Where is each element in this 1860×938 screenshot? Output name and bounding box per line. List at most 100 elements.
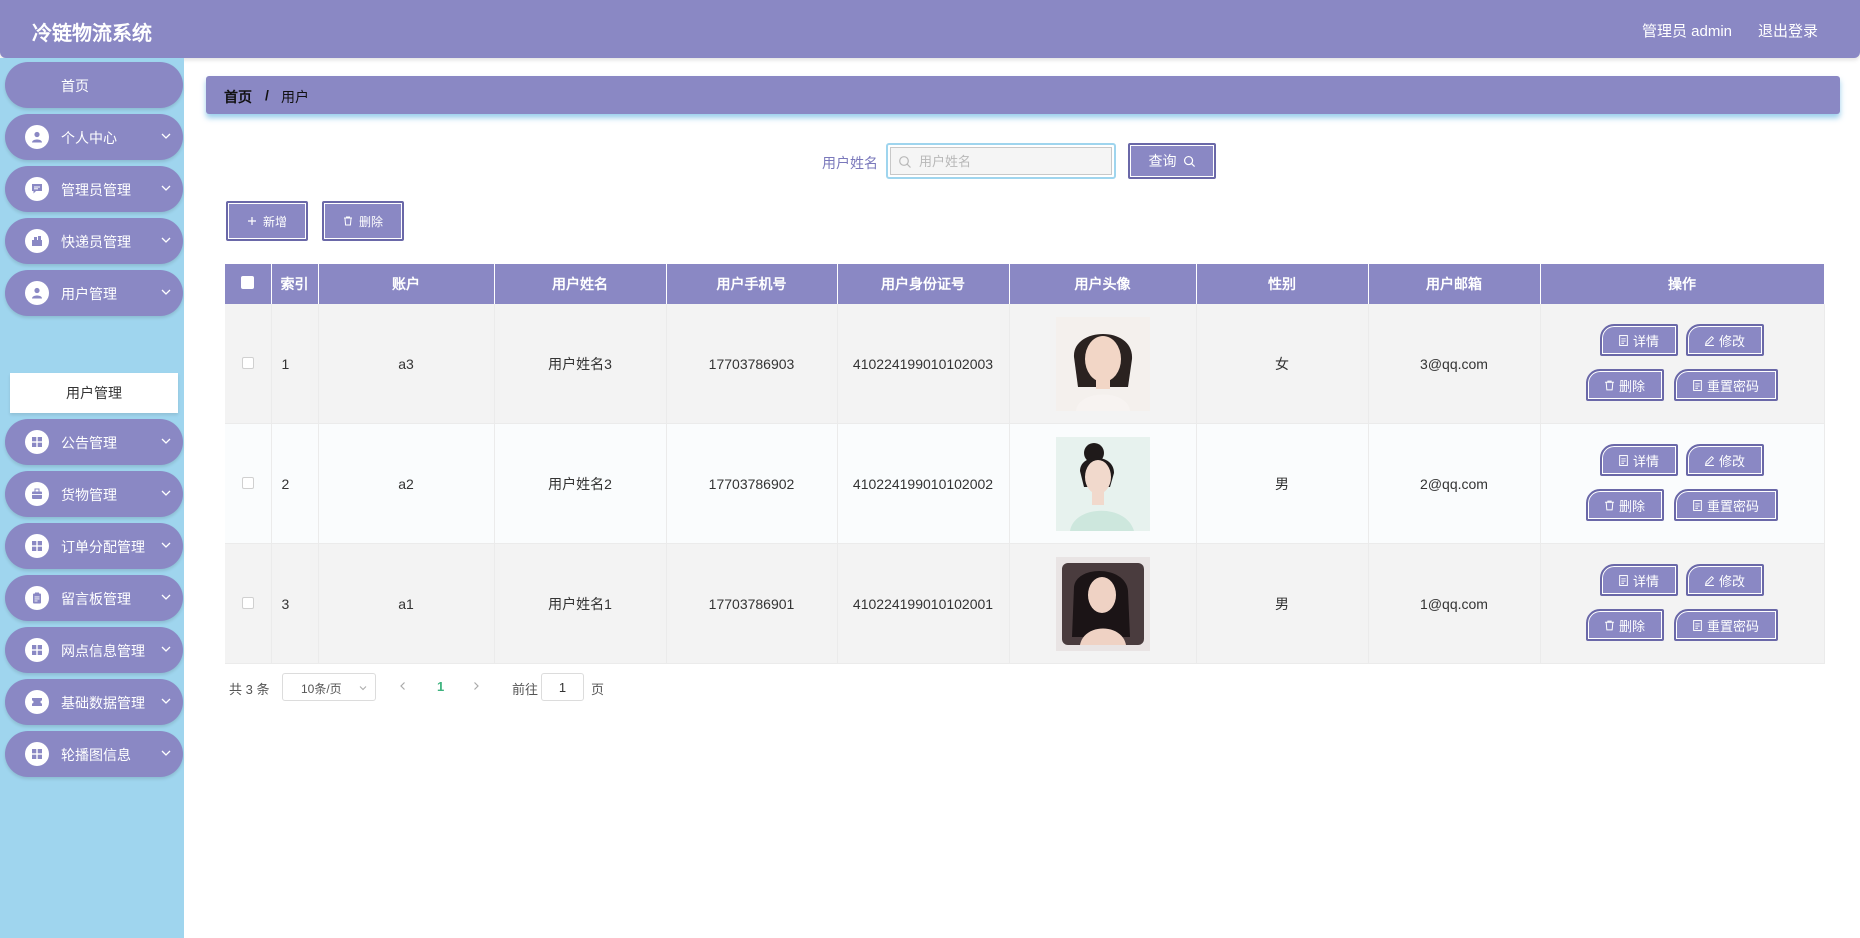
sidebar-item-label: 基础数据管理 — [61, 695, 145, 711]
logout-button[interactable]: 退出登录 — [1758, 20, 1818, 41]
sidebar-item-admin-management[interactable]: 管理员管理 — [5, 166, 183, 212]
search-input[interactable] — [919, 148, 1109, 174]
reset-password-button[interactable]: 重置密码 — [1673, 489, 1778, 521]
chevron-down-icon — [161, 289, 171, 295]
detail-button-label: 详情 — [1632, 333, 1659, 349]
edit-button[interactable]: 修改 — [1685, 564, 1764, 596]
column-header: 用户邮箱 — [1368, 264, 1541, 304]
delete-button[interactable]: 删除 — [1585, 609, 1664, 641]
row-actions: 详情 修改 删除 重置密码 — [1540, 304, 1825, 424]
sidebar-item-goods-management[interactable]: 货物管理 — [5, 471, 183, 517]
reset-password-button-label: 重置密码 — [1706, 378, 1759, 394]
user-avatar-image[interactable] — [1055, 556, 1150, 651]
edit-button-label: 修改 — [1718, 573, 1745, 589]
row-account: a2 — [318, 423, 495, 544]
sidebar-item-personal-center[interactable]: 个人中心 — [5, 114, 183, 160]
breadcrumb-separator: / — [265, 87, 269, 103]
row-checkbox[interactable] — [241, 596, 254, 609]
detail-button[interactable]: 详情 — [1599, 444, 1678, 476]
sidebar-item-label: 轮播图信息 — [61, 747, 131, 763]
goto-page-input[interactable] — [541, 673, 584, 701]
page-size-select[interactable]: 10条/页 — [282, 673, 376, 701]
add-button[interactable]: 新增 — [226, 201, 308, 241]
sidebar-item-order-assignment[interactable]: 订单分配管理 — [5, 523, 183, 569]
reset-password-button-label: 重置密码 — [1706, 618, 1759, 634]
delete-button[interactable]: 删除 — [1585, 489, 1664, 521]
edit-button[interactable]: 修改 — [1685, 324, 1764, 356]
pagination-total: 共 3 条 — [229, 682, 270, 697]
prev-page-icon[interactable] — [396, 679, 410, 693]
trash-icon — [343, 216, 352, 226]
row-checkbox[interactable] — [241, 356, 254, 369]
row-actions: 详情 修改 删除 重置密码 — [1540, 543, 1825, 664]
sidebar-item-message-board[interactable]: 留言板管理 — [5, 575, 183, 621]
edit-icon — [1704, 575, 1715, 586]
chevron-down-icon — [161, 133, 171, 139]
grid-icon — [25, 742, 49, 766]
column-header: 用户头像 — [1009, 264, 1197, 304]
sidebar-item-notice-management[interactable]: 公告管理 — [5, 419, 183, 465]
row-checkbox[interactable] — [241, 476, 254, 489]
sidebar-item-home[interactable]: 首页 — [5, 62, 183, 108]
row-account: a1 — [318, 543, 495, 664]
row-index: 3 — [271, 543, 319, 664]
sidebar-item-user-management[interactable]: 用户管理 — [5, 270, 183, 316]
row-gender: 男 — [1196, 543, 1369, 664]
edit-button[interactable]: 修改 — [1685, 444, 1764, 476]
row-phone: 17703786903 — [666, 304, 838, 424]
user-avatar-image[interactable] — [1055, 436, 1150, 531]
edit-button-label: 修改 — [1718, 333, 1745, 349]
breadcrumb: 首页 / 用户 — [206, 76, 1840, 114]
document-icon — [1619, 334, 1628, 346]
sidebar-item-label: 快递员管理 — [61, 234, 131, 250]
row-phone: 17703786902 — [666, 423, 838, 544]
user-avatar-image[interactable] — [1055, 316, 1150, 411]
reset-password-button[interactable]: 重置密码 — [1673, 369, 1778, 401]
document-icon — [1693, 619, 1702, 631]
grid-icon — [25, 430, 49, 454]
chevron-down-icon — [161, 490, 171, 496]
row-name: 用户姓名2 — [494, 423, 667, 544]
row-index: 2 — [271, 423, 319, 544]
delete-button[interactable]: 删除 — [1585, 369, 1664, 401]
edit-button-label: 修改 — [1718, 453, 1745, 469]
table-row: 3 a1 用户姓名1 17703786901 41022419901010200… — [225, 543, 1825, 664]
sidebar-subitem-user-management[interactable]: 用户管理 — [10, 373, 178, 413]
sidebar-item-base-data[interactable]: 基础数据管理 — [5, 679, 183, 725]
search-field — [886, 143, 1116, 179]
sidebar-item-label: 个人中心 — [61, 130, 117, 146]
chevron-down-icon — [161, 542, 171, 548]
reset-password-button[interactable]: 重置密码 — [1673, 609, 1778, 641]
admin-label: 管理员 admin — [1641, 23, 1732, 40]
next-page-icon[interactable] — [469, 679, 483, 693]
select-all-checkbox[interactable] — [241, 276, 255, 289]
row-email: 2@qq.com — [1368, 423, 1541, 544]
user-icon — [25, 125, 49, 149]
chevron-down-icon — [161, 698, 171, 704]
query-button[interactable]: 查询 — [1128, 143, 1216, 179]
page-size-value: 10条/页 — [301, 682, 342, 696]
sidebar-item-carousel-info[interactable]: 轮播图信息 — [5, 731, 183, 777]
trash-icon — [1605, 500, 1614, 510]
chevron-down-icon — [161, 750, 171, 756]
breadcrumb-home[interactable]: 首页 — [224, 87, 252, 107]
plus-icon — [247, 217, 256, 225]
chevron-down-icon — [161, 237, 171, 243]
row-email: 1@qq.com — [1368, 543, 1541, 664]
sidebar-item-outlet-info[interactable]: 网点信息管理 — [5, 627, 183, 673]
row-phone: 17703786901 — [666, 543, 838, 664]
batch-delete-button[interactable]: 删除 — [322, 201, 404, 241]
chevron-down-icon — [161, 185, 171, 191]
query-button-label: 查询 — [1148, 153, 1177, 169]
page-number-current[interactable]: 1 — [437, 679, 444, 694]
detail-button[interactable]: 详情 — [1599, 564, 1678, 596]
chevron-down-icon — [161, 438, 171, 444]
document-icon — [1693, 499, 1702, 511]
row-account: a3 — [318, 304, 495, 424]
column-header: 账户 — [318, 264, 495, 304]
document-icon — [1619, 574, 1628, 586]
trash-icon — [1605, 620, 1614, 630]
detail-button[interactable]: 详情 — [1599, 324, 1678, 356]
sidebar-item-courier-management[interactable]: 快递员管理 — [5, 218, 183, 264]
document-icon — [1619, 454, 1628, 466]
